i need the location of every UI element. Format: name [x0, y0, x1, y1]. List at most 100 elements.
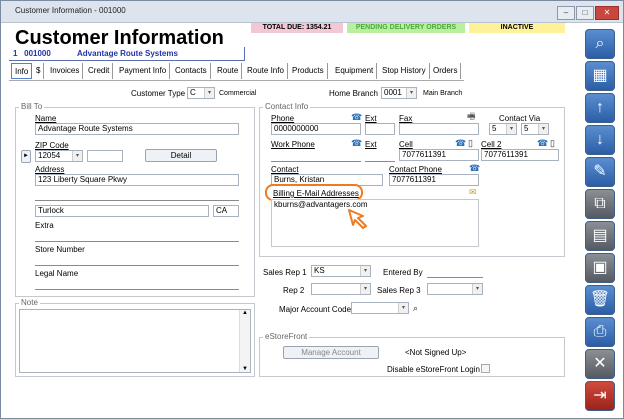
tab-contacts[interactable]: Contacts: [172, 63, 211, 79]
billing-email-field[interactable]: kburns@advantagers.com: [271, 199, 479, 247]
search-button[interactable]: ⌕: [585, 29, 615, 59]
customer-type-desc: Commercial: [219, 90, 257, 97]
chevron-down-icon: ▾: [360, 266, 370, 276]
entered-by-field[interactable]: [427, 277, 483, 278]
zip-select[interactable]: 12054 ▾: [35, 150, 83, 162]
binoculars-icon[interactable]: ⌕: [413, 303, 418, 313]
ext-field[interactable]: [365, 123, 395, 135]
customer-type-label: Customer Type: [131, 89, 186, 98]
scroll-up-icon[interactable]: ▲: [242, 310, 248, 316]
tab-route[interactable]: Route: [214, 63, 243, 79]
home-branch-select[interactable]: 0001 ▾: [381, 87, 417, 99]
search-icon: ⌕: [595, 35, 605, 52]
sms-icon[interactable]: ▯: [468, 138, 473, 148]
tab-payment-info[interactable]: Payment Info: [116, 63, 171, 79]
work-phone-icon[interactable]: ☎: [351, 138, 362, 148]
tab-info[interactable]: Info: [11, 63, 33, 79]
address-label: Address: [35, 165, 65, 174]
contact-via-select-2[interactable]: 5 ▾: [521, 123, 549, 135]
tab-stop-history[interactable]: Stop History: [379, 63, 430, 79]
chevron-down-icon: ▾: [204, 88, 214, 98]
tab-route-info[interactable]: Route Info: [244, 63, 288, 79]
window-close-button[interactable]: ✕: [595, 6, 619, 20]
delete-button[interactable]: 🗑: [585, 285, 615, 315]
fax-icon[interactable]: 🖷: [467, 111, 476, 121]
sms2-icon[interactable]: ▯: [550, 138, 555, 148]
email-icon[interactable]: ✉: [469, 187, 477, 197]
sales-rep3-select[interactable]: ▾: [427, 283, 483, 295]
previous-button[interactable]: ↑: [585, 93, 615, 123]
print-button[interactable]: ⎙: [585, 317, 615, 347]
work-phone-field[interactable]: [271, 161, 361, 162]
scroll-down-icon[interactable]: ▼: [242, 366, 248, 372]
work-phone-label: Work Phone: [271, 140, 315, 149]
cell2-field[interactable]: 7077611391: [481, 149, 559, 161]
contact-label: Contact: [271, 165, 299, 174]
minimize-button[interactable]: –: [557, 6, 575, 20]
grid-button[interactable]: ▦: [585, 61, 615, 91]
name-label: Name: [35, 114, 57, 123]
sales-rep1-label: Sales Rep 1: [263, 268, 307, 277]
address2-field[interactable]: [35, 200, 239, 201]
maximize-button[interactable]: □: [576, 6, 594, 20]
city-field[interactable]: Turlock: [35, 205, 209, 217]
cancel-button[interactable]: ✕: [585, 349, 615, 379]
legal-name-field[interactable]: [35, 289, 239, 290]
chevron-down-icon: ▾: [398, 303, 408, 313]
zip-extension-field[interactable]: [87, 150, 123, 162]
cell-phone-icon[interactable]: ☎: [455, 138, 466, 148]
home-branch-value: 0001: [384, 88, 402, 97]
sales-rep1-select[interactable]: KS ▾: [311, 265, 371, 277]
print-icon: ⎙: [593, 323, 607, 340]
major-account-select[interactable]: ▾: [351, 302, 409, 314]
cell-field[interactable]: 7077611391: [399, 149, 479, 161]
ext2-field[interactable]: [365, 161, 395, 162]
cell2-label: Cell 2: [481, 140, 502, 149]
next-button[interactable]: ↓: [585, 125, 615, 155]
exit-button[interactable]: ⇥: [585, 381, 615, 411]
new-button[interactable]: ▤: [585, 221, 615, 251]
customer-name-header: Advantage Route Systems: [77, 49, 178, 58]
extra-field[interactable]: [35, 241, 239, 242]
phone-icon[interactable]: ☎: [351, 112, 362, 122]
edit-button[interactable]: ✎: [585, 157, 615, 187]
fax-field[interactable]: [399, 123, 479, 135]
state-field[interactable]: CA: [213, 205, 239, 217]
detail-button[interactable]: Detail: [145, 149, 217, 162]
contact-phone-icon[interactable]: ☎: [469, 163, 480, 173]
save-button[interactable]: ▣: [585, 253, 615, 283]
zip-expand-button[interactable]: ►: [21, 150, 31, 163]
tab-credit[interactable]: Credit: [85, 63, 114, 79]
down-arrow-icon: ↓: [596, 131, 604, 148]
copy-button[interactable]: ⧉: [585, 189, 615, 219]
tab-orders[interactable]: Orders: [430, 63, 462, 79]
disable-estore-checkbox[interactable]: [481, 364, 490, 373]
rep2-label: Rep 2: [283, 286, 305, 295]
manage-account-button[interactable]: Manage Account: [283, 346, 379, 359]
phone-field[interactable]: 0000000000: [271, 123, 361, 135]
phone-label: Phone: [271, 114, 295, 123]
major-account-label: Major Account Code: [279, 305, 352, 314]
tab-dollar[interactable]: $: [33, 63, 45, 79]
cell2-phone-icon[interactable]: ☎: [537, 138, 548, 148]
delete-icon: 🗑: [589, 291, 611, 308]
window-title: Customer Information - 001000: [15, 6, 126, 15]
contact-via-select-1[interactable]: 5 ▾: [489, 123, 517, 135]
store-number-field[interactable]: [35, 265, 239, 266]
tab-equipment[interactable]: Equipment: [332, 63, 378, 79]
customer-type-select[interactable]: C ▾: [187, 87, 215, 99]
bill-to-title: Bill To: [19, 102, 45, 111]
chevron-down-icon: ▾: [506, 124, 516, 134]
name-field[interactable]: Advantage Route Systems: [35, 123, 239, 135]
extra-label: Extra: [35, 221, 54, 230]
tab-invoices[interactable]: Invoices: [47, 63, 84, 79]
contact-phone-field[interactable]: 7077611391: [389, 174, 479, 186]
chevron-down-icon: ▾: [538, 124, 548, 134]
tab-products[interactable]: Products: [289, 63, 328, 79]
sales-rep3-label: Sales Rep 3: [377, 286, 421, 295]
note-scrollbar[interactable]: ▲ ▼: [239, 310, 250, 372]
address1-field[interactable]: 123 Liberty Square Pkwy: [35, 174, 239, 186]
note-textarea[interactable]: [19, 309, 251, 373]
contact-via-label: Contact Via: [499, 114, 541, 123]
rep2-select[interactable]: ▾: [311, 283, 371, 295]
